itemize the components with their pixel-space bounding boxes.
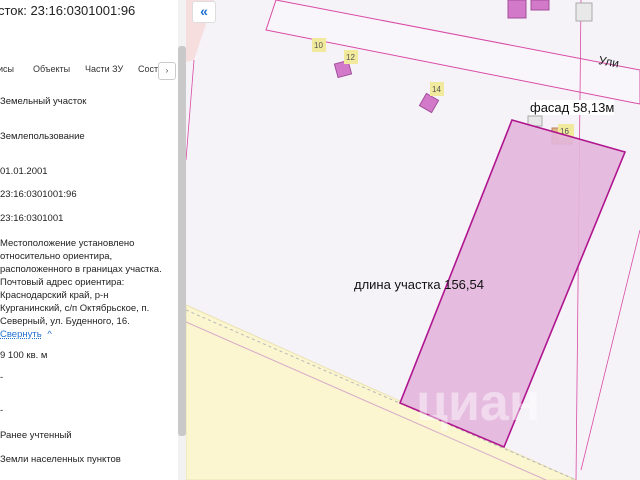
watermark: циан	[416, 374, 540, 432]
tab-borders[interactable]: исы	[0, 64, 14, 74]
length-label: длина участка 156,54	[354, 277, 484, 292]
building	[507, 0, 527, 19]
panel-title: сток: 23:16:0301001:96	[0, 3, 136, 18]
address-line: Северный, ул. Буденного, 16.	[0, 316, 130, 327]
house-number: 14	[432, 85, 441, 94]
panel-scrollbar-thumb[interactable]	[178, 46, 186, 436]
tab-bar: исы Объекты Части ЗУ Соста	[0, 60, 178, 78]
facade-label: фасад 58,13м	[530, 100, 615, 115]
category-value: Земли населенных пунктов	[0, 454, 121, 465]
building	[418, 92, 440, 114]
address-line: Краснодарский край, р-н	[0, 290, 109, 301]
address-block: Местоположение установлено относительно …	[0, 237, 176, 328]
cadastral-quarter: 23:16:0301001	[0, 213, 64, 224]
address-line: Почтовый адрес ориентира:	[0, 277, 125, 288]
address-line: Местоположение установлено	[0, 238, 135, 249]
object-subtype: Землепользование	[0, 131, 85, 142]
building	[575, 2, 593, 22]
cadastral-number: 23:16:0301001:96	[0, 189, 77, 200]
area-value: 9 100 кв. м	[0, 350, 48, 361]
address-line: относительно ориентира,	[0, 251, 113, 262]
house-number: 10	[314, 41, 323, 50]
map-view[interactable]: 10 12 14 16 циан Ули фасад 58,13м длина …	[186, 0, 640, 480]
empty-value-2: -	[0, 405, 4, 416]
status-value: Ранее учтенный	[0, 430, 72, 441]
building	[530, 0, 550, 11]
info-panel: сток: 23:16:0301001:96 исы Объекты Части…	[0, 0, 186, 480]
tab-objects[interactable]: Объекты	[33, 64, 70, 74]
tabs-next-button[interactable]: ›	[158, 62, 176, 80]
left-boundary-line	[186, 59, 195, 161]
double-chevron-left-icon: «	[200, 3, 208, 19]
map-canvas: 10 12 14 16 циан Ули	[186, 0, 640, 480]
collapse-link[interactable]: Свернуть ^	[0, 329, 52, 340]
address-line: расположенного в границах участка.	[0, 264, 162, 275]
object-type: Земельный участок	[0, 96, 87, 107]
address-line: Курганинский, с/п Октябрьское, п.	[0, 303, 150, 314]
empty-value-1: -	[0, 372, 4, 383]
right-lot-line	[580, 229, 640, 471]
registration-date: 01.01.2001	[0, 166, 48, 177]
collapse-label: Свернуть	[0, 329, 42, 340]
chevron-right-icon: ›	[165, 66, 169, 75]
chevron-up-icon: ^	[47, 329, 52, 340]
house-number: 12	[346, 53, 355, 62]
collapse-panel-button[interactable]: «	[192, 1, 216, 23]
tab-parts[interactable]: Части ЗУ	[85, 64, 123, 74]
